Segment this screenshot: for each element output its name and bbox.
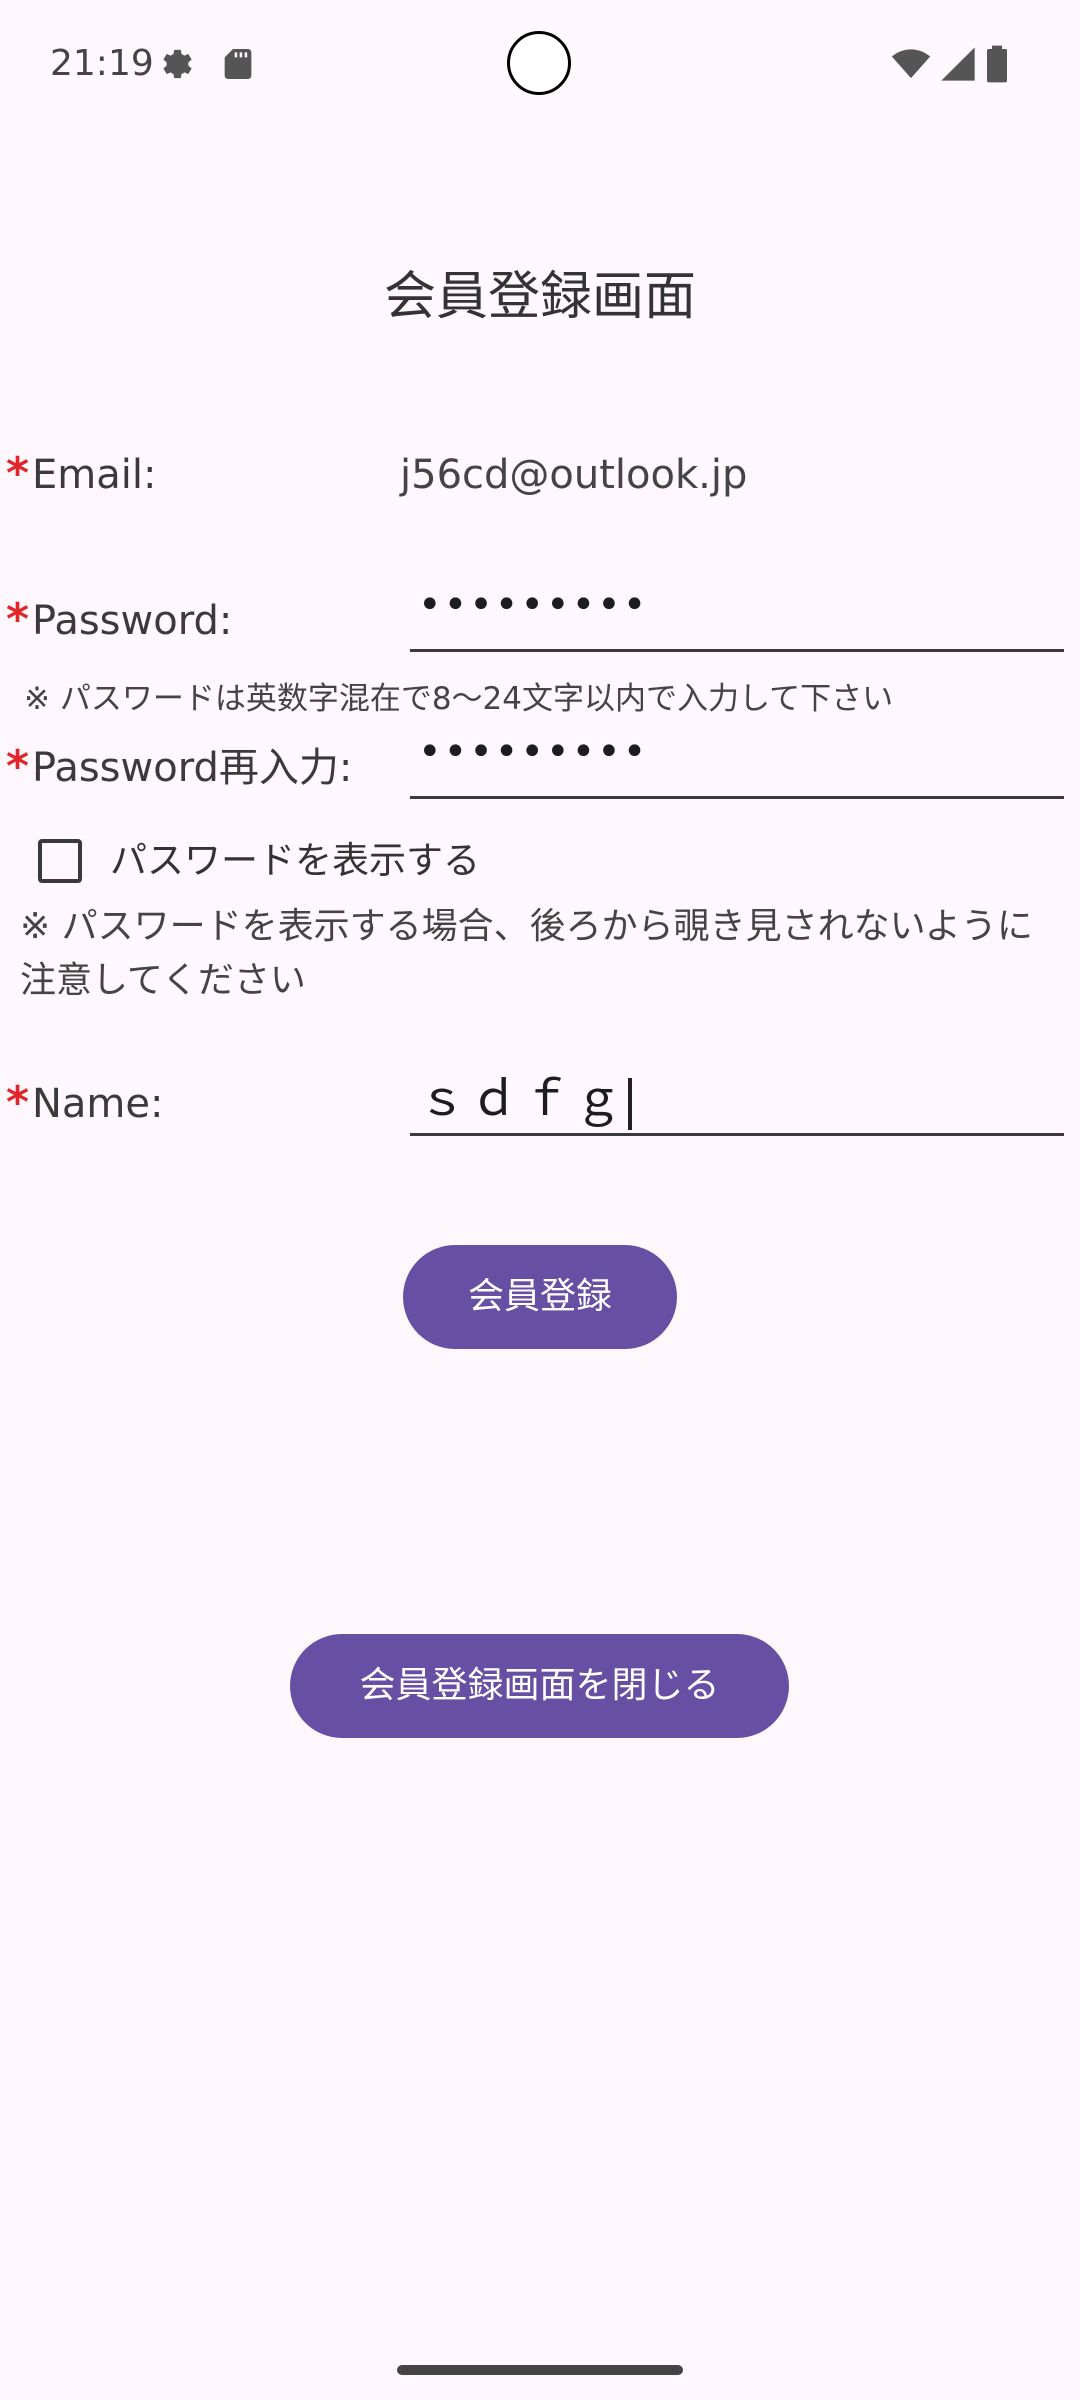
email-label: Email:	[32, 452, 157, 498]
password-confirm-required-mark: *	[6, 741, 30, 792]
password-confirm-input-value: •••••••••	[418, 729, 649, 775]
name-input-value: ｓｄｆｇ	[418, 1071, 627, 1127]
show-password-warning: ※ パスワードを表示する場合、後ろから覗き見されないように注意してください	[20, 906, 1033, 1001]
close-register-screen-button[interactable]: 会員登録画面を閉じる	[290, 1634, 789, 1738]
password-input-value: •••••••••	[418, 582, 649, 628]
name-label: Name:	[32, 1081, 164, 1127]
password-confirm-label: Password再入力:	[32, 745, 353, 791]
email-value: j56cd@outlook.jp	[400, 452, 748, 498]
password-label: Password:	[32, 598, 233, 644]
email-required-mark: *	[6, 448, 30, 499]
password-required-mark: *	[6, 594, 30, 645]
status-time: 21:19	[50, 43, 154, 84]
name-input[interactable]: ｓｄｆｇ	[410, 1064, 1064, 1136]
register-button[interactable]: 会員登録	[403, 1245, 677, 1349]
settings-gear-icon	[156, 44, 196, 84]
show-password-checkbox[interactable]	[38, 839, 82, 883]
status-bar: 21:19	[0, 0, 1080, 128]
camera-cutout	[507, 31, 571, 95]
show-password-row[interactable]: パスワードを表示する	[38, 836, 480, 886]
name-required-mark: *	[6, 1077, 30, 1128]
password-hint: ※ パスワードは英数字混在で8～24文字以内で入力して下さい	[24, 681, 894, 717]
page-title: 会員登録画面	[383, 267, 696, 327]
cellular-signal-icon	[938, 44, 978, 84]
battery-icon	[984, 44, 1010, 84]
wifi-icon	[890, 44, 932, 84]
show-password-label[interactable]: パスワードを表示する	[110, 836, 480, 886]
password-input[interactable]: •••••••••	[410, 582, 1064, 652]
text-caret	[628, 1078, 633, 1130]
password-confirm-input[interactable]: •••••••••	[410, 729, 1064, 799]
home-indicator[interactable]	[397, 2365, 683, 2375]
sd-card-icon	[218, 44, 258, 84]
